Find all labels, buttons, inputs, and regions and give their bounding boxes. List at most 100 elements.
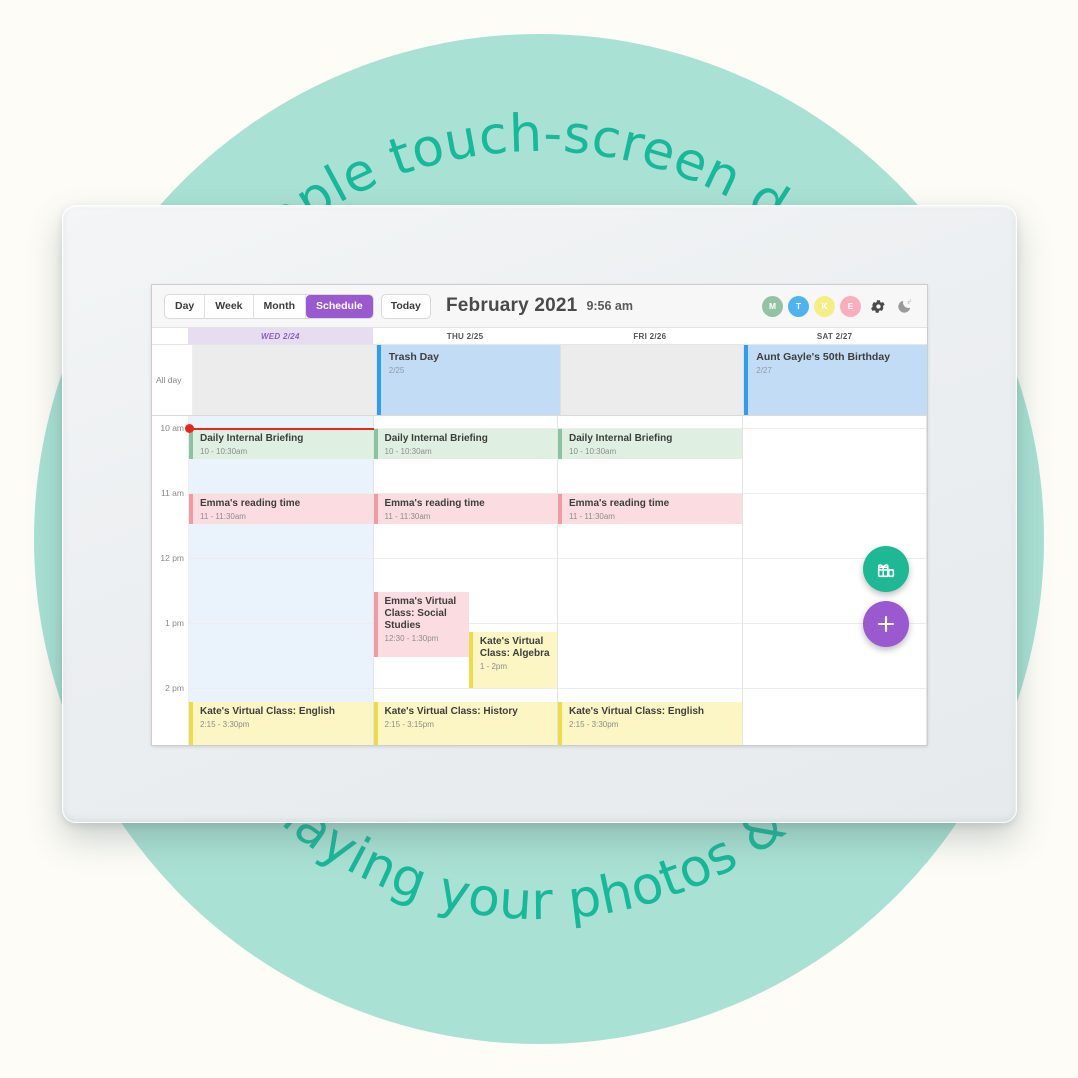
time-label-11-am: 11 am (161, 488, 184, 498)
plus-icon (877, 615, 895, 633)
allday-label: All day (152, 345, 193, 415)
hour-line (373, 558, 557, 559)
event-title: Emma's reading time (569, 498, 670, 509)
calendar-event[interactable]: Kate's Virtual Class: Algebra 1 - 2pm (468, 632, 557, 688)
toolbar-right-group: MTKE z z (762, 295, 915, 317)
hour-line (558, 688, 742, 689)
current-time-line (189, 428, 374, 430)
event-time: 11 - 11:30am (569, 512, 615, 522)
avatar-e[interactable]: E (840, 295, 861, 317)
calendar-toolbar: Day Week Month Schedule Today February 2021… (152, 285, 927, 328)
time-label-12-pm: 12 pm (160, 553, 184, 563)
calendar-event[interactable]: Emma's reading time 11 - 11:30am (558, 494, 742, 524)
hour-line (558, 623, 742, 624)
event-title: Kate's Virtual Class: English (569, 706, 705, 717)
view-button-day[interactable]: Day (165, 294, 206, 318)
svg-text:z: z (910, 299, 912, 303)
current-time-dot (185, 424, 194, 433)
event-time: 1 - 2pm (479, 662, 508, 672)
calendar-event[interactable]: Emma's reading time 11 - 11:30am (189, 494, 373, 524)
time-label-2-pm: 2 pm (165, 683, 184, 693)
time-gutter: 10 am 11 am 12 pm 1 pm 2 pm (152, 416, 189, 745)
event-title: Emma's reading time (200, 498, 301, 509)
day-header-cells: WED 2/24 THU 2/25 FRI 2/26 SAT 2/27 (188, 328, 927, 344)
day-column-0[interactable]: Daily Internal Briefing 10 - 10:30am Emma'… (189, 416, 374, 745)
event-title: Kate's Virtual Class: Algebra (479, 636, 550, 660)
hour-line (742, 688, 926, 689)
event-time: 11 - 11:30am (384, 512, 431, 522)
event-time: 10 - 10:30am (384, 447, 432, 457)
tablet-device-frame: Day Week Month Schedule Today February 2021… (62, 205, 1017, 823)
hour-line (189, 558, 373, 559)
allday-event-title: Trash Day (388, 351, 439, 363)
day-header-thu-2-25[interactable]: THU 2/25 (373, 328, 558, 344)
view-button-week[interactable]: Week (205, 294, 254, 318)
allday-column-3[interactable]: Aunt Gayle's 50th Birthday 2/27 (744, 345, 927, 415)
day-columns: Daily Internal Briefing 10 - 10:30am Emma'… (185, 416, 927, 745)
calendar-event[interactable]: Kate's Virtual Class: English 2:15 - 3:30… (558, 702, 742, 745)
event-time: 12:30 - 1:30pm (384, 634, 439, 644)
allday-column-2[interactable] (560, 345, 745, 415)
calendar-event[interactable]: Daily Internal Briefing 10 - 10:30am (558, 429, 742, 459)
gift-photos-icon (877, 564, 895, 578)
add-event-fab-button[interactable] (863, 601, 909, 647)
calendar-title: February 2021 (445, 295, 578, 316)
view-button-schedule[interactable]: Schedule (306, 294, 373, 318)
allday-event[interactable]: Aunt Gayle's 50th Birthday 2/27 (744, 345, 927, 415)
day-header-sat-2-27[interactable]: SAT 2/27 (742, 328, 927, 344)
allday-event-title: Aunt Gayle's 50th Birthday (756, 351, 891, 363)
time-label-10-am: 10 am (160, 423, 184, 433)
moon-sleep-icon[interactable]: z z (895, 296, 915, 316)
day-column-2[interactable]: Daily Internal Briefing 10 - 10:30am Emma'… (558, 416, 743, 745)
hour-line (742, 428, 926, 429)
header-gutter (152, 328, 188, 344)
event-title: Kate's Virtual Class: English (200, 706, 336, 717)
hour-line (742, 493, 926, 494)
hour-line (189, 688, 373, 689)
day-header-wed-2-24[interactable]: WED 2/24 (188, 328, 373, 344)
calendar-event[interactable]: Emma's Virtual Class: Social Studies 12:3… (373, 591, 469, 657)
allday-event-date: 2/27 (756, 365, 772, 375)
day-header-fri-2-26[interactable]: FRI 2/26 (558, 328, 743, 344)
event-time: 2:15 - 3:30pm (200, 720, 250, 730)
allday-column-0[interactable] (193, 345, 377, 415)
calendar-event[interactable]: Daily Internal Briefing 10 - 10:30am (189, 429, 373, 459)
allday-column-1[interactable]: Trash Day 2/25 (376, 345, 561, 415)
event-title: Daily Internal Briefing (569, 433, 673, 444)
day-column-1[interactable]: Daily Internal Briefing 10 - 10:30am Emma'… (373, 416, 558, 745)
calendar-event[interactable]: Daily Internal Briefing 10 - 10:30am (373, 429, 557, 459)
device-screen: Day Week Month Schedule Today February 2021… (152, 285, 927, 745)
avatar-m[interactable]: M (762, 295, 783, 317)
event-time: 10 - 10:30am (569, 447, 617, 457)
calendar-event[interactable]: Kate's Virtual Class: English 2:15 - 3:30… (189, 702, 373, 745)
event-title: Kate's Virtual Class: History (384, 706, 518, 717)
time-label-1-pm: 1 pm (165, 618, 184, 628)
hour-line (373, 688, 557, 689)
event-title: Daily Internal Briefing (384, 433, 488, 444)
event-title: Emma's Virtual Class: Social Studies (384, 595, 457, 631)
event-title: Daily Internal Briefing (200, 433, 304, 444)
poster-stage: A simple touch-screen device for display… (0, 0, 1078, 1078)
gear-icon[interactable] (868, 296, 888, 316)
calendar-grid: WED 2/24 THU 2/25 FRI 2/26 SAT 2/27 All day… (152, 328, 927, 745)
photos-fab-button[interactable] (863, 546, 909, 592)
avatar-t[interactable]: T (788, 295, 809, 317)
calendar-event[interactable]: Kate's Virtual Class: History 2:15 - 3:15… (373, 702, 557, 745)
view-button-month[interactable]: Month (254, 294, 307, 318)
avatar-k[interactable]: K (814, 295, 835, 317)
allday-row: All day Trash Day 2/25 Aunt Gayle's 50th B… (152, 345, 927, 416)
hour-line (558, 558, 742, 559)
view-switcher[interactable]: Day Week Month Schedule (164, 293, 374, 319)
avatar-group: MTKE (762, 295, 861, 317)
allday-columns: Trash Day 2/25 Aunt Gayle's 50th Birthday 2… (193, 345, 927, 415)
current-clock: 9:56 am (586, 299, 633, 313)
time-grid: 10 am 11 am 12 pm 1 pm 2 pm Daily Internal B… (152, 416, 927, 745)
allday-event-date: 2/25 (388, 365, 405, 375)
event-time: 2:15 - 3:30pm (569, 720, 619, 730)
event-time: 10 - 10:30am (200, 447, 248, 457)
event-time: 2:15 - 3:15pm (384, 720, 434, 730)
calendar-event[interactable]: Emma's reading time 11 - 11:30am (373, 494, 557, 524)
allday-event[interactable]: Trash Day 2/25 (376, 345, 560, 415)
today-button[interactable]: Today (380, 293, 431, 319)
event-title: Emma's reading time (384, 498, 485, 509)
